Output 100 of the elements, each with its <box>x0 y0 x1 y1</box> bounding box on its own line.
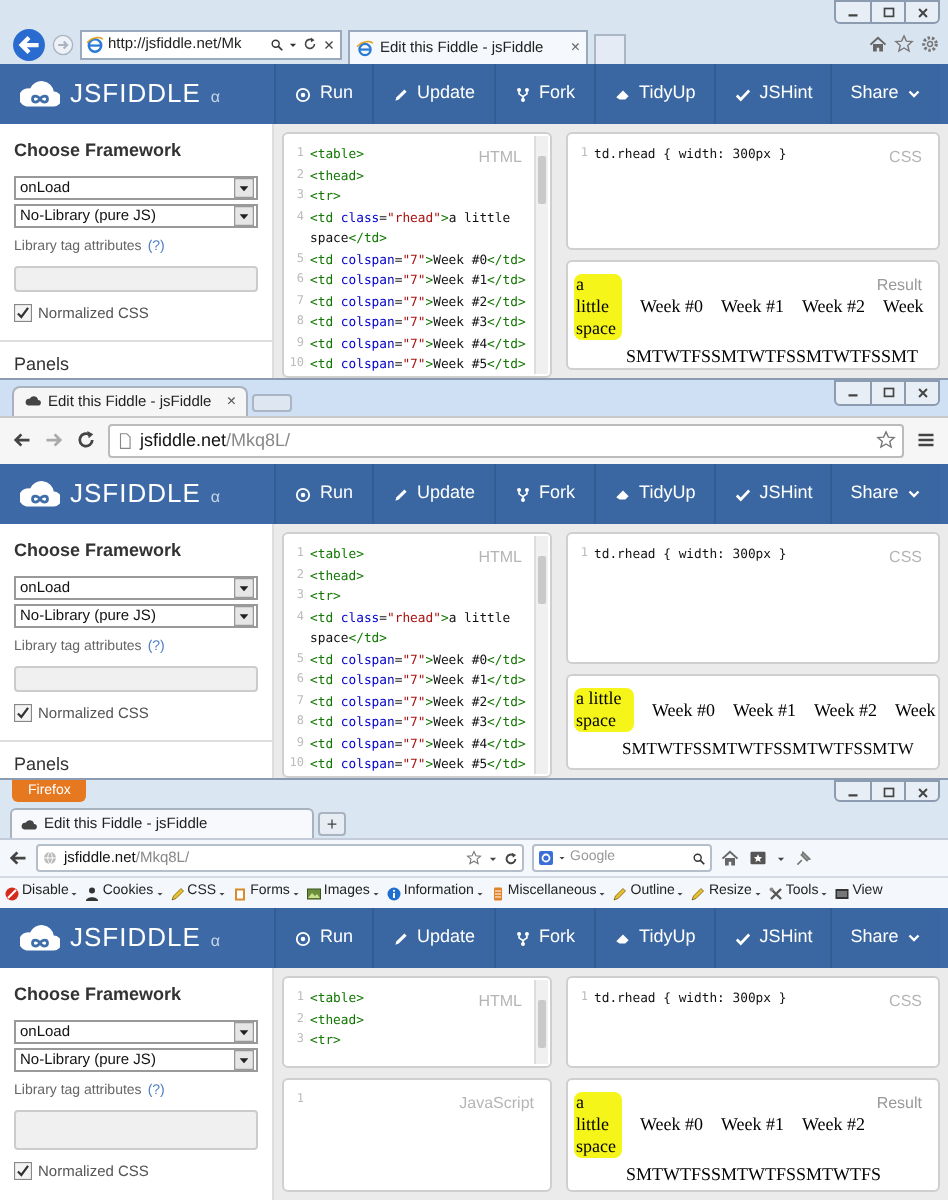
person-icon <box>84 885 101 901</box>
toolbar-button[interactable]: Run <box>274 64 372 124</box>
toolbar-button[interactable]: Share <box>830 464 941 524</box>
maximize-icon <box>879 784 897 800</box>
toolbar-button[interactable]: Fork <box>493 908 594 968</box>
chevron-icon <box>906 930 923 946</box>
star-icon[interactable] <box>894 34 914 54</box>
logo-text: JSFIDDLE <box>70 476 201 513</box>
back-arrow-icon[interactable] <box>8 848 28 868</box>
eraser-icon <box>613 929 632 947</box>
toolbar-button[interactable]: TidyUp <box>593 908 714 968</box>
panel-label: Result <box>876 274 922 298</box>
home-icon[interactable] <box>868 34 888 54</box>
star-icon[interactable] <box>876 430 896 451</box>
table-cell: Week #0 <box>652 699 716 721</box>
library-attributes-field[interactable] <box>14 1109 258 1149</box>
toolbar-button[interactable]: Fork <box>493 464 594 524</box>
info-icon <box>385 885 402 901</box>
toolbar-button[interactable]: Run <box>274 908 372 968</box>
stop-icon[interactable] <box>322 37 336 51</box>
checkbox[interactable] <box>14 304 32 323</box>
reload-icon[interactable] <box>76 430 96 451</box>
eraser-icon <box>613 85 632 103</box>
scrollbar[interactable] <box>534 980 548 1064</box>
caret-icon[interactable] <box>288 39 298 49</box>
toolbar-button[interactable]: Update <box>371 464 494 524</box>
tab-close-button[interactable]: × <box>570 36 580 60</box>
toolbar-button[interactable]: TidyUp <box>593 64 714 124</box>
scrollbar[interactable] <box>534 136 548 373</box>
search-icon[interactable] <box>270 37 284 51</box>
pencil-icon <box>391 929 410 947</box>
reload-icon[interactable] <box>504 851 518 865</box>
library-attributes-field[interactable] <box>14 665 258 693</box>
chevron-icon <box>906 486 923 502</box>
section-heading: Choose Framework <box>14 138 184 162</box>
run-icon <box>294 85 312 103</box>
check-icon <box>733 929 752 947</box>
toolbar-button[interactable]: Share <box>830 908 941 968</box>
cloud-icon <box>20 815 38 833</box>
table-cell: Week #2 <box>814 699 878 721</box>
logo-text: JSFIDDLE <box>70 920 201 957</box>
table-cell: Week #2 <box>802 1114 866 1136</box>
image-icon <box>305 885 322 901</box>
menu-icon[interactable] <box>916 430 936 451</box>
cloud-icon <box>24 392 42 411</box>
star-icon[interactable] <box>466 850 482 866</box>
fork-icon <box>513 485 532 503</box>
close-icon <box>913 784 931 800</box>
toolbar-button[interactable]: Update <box>371 908 494 968</box>
toolbar-button[interactable]: Run <box>274 464 372 524</box>
section-heading: Panels <box>14 751 72 777</box>
toolbar-button[interactable]: Update <box>371 64 494 124</box>
refresh-icon[interactable] <box>302 36 318 52</box>
scrollbar[interactable] <box>534 536 548 773</box>
clipboard-icon <box>232 885 249 901</box>
pencil-icon <box>169 885 186 901</box>
library-attributes-field[interactable] <box>14 265 258 293</box>
back-arrow-icon[interactable] <box>12 430 32 451</box>
new-tab-button[interactable]: + <box>318 812 346 836</box>
pencil-icon <box>391 85 410 103</box>
screen-icon <box>834 885 851 901</box>
table-cell: Week #1 <box>721 1114 785 1136</box>
close-icon <box>913 384 931 402</box>
home-icon[interactable] <box>720 848 740 868</box>
bookmarks-icon[interactable] <box>748 848 768 868</box>
version-label: α <box>210 86 221 110</box>
checkbox[interactable] <box>14 1161 32 1180</box>
tools-icon <box>767 885 784 901</box>
version-label: α <box>210 930 221 954</box>
highlighted-cell: a little space <box>574 1092 622 1158</box>
section-heading: Panels <box>14 351 72 377</box>
address-bar[interactable]: jsfiddle.net/Mkq8L/ <box>108 423 904 458</box>
caret-icon[interactable] <box>488 853 498 863</box>
toolbar-button[interactable]: JSHint <box>713 908 831 968</box>
table-cell: Week #0 <box>640 296 704 318</box>
tab-close-button[interactable]: × <box>226 389 236 414</box>
back-button-icon[interactable] <box>12 27 46 61</box>
toolbar-button[interactable]: TidyUp <box>593 464 714 524</box>
pencil-icon <box>391 485 410 503</box>
toolbar-button[interactable]: Fork <box>493 64 594 124</box>
search-engine-icon <box>538 850 554 866</box>
html-editor[interactable] <box>282 532 552 777</box>
highlighted-cell: a little space <box>574 688 634 732</box>
section-heading: Choose Framework <box>14 982 184 1006</box>
caret-icon[interactable] <box>776 853 786 863</box>
toolbar-button[interactable]: Share <box>830 64 941 124</box>
table-cell: Week <box>883 296 924 318</box>
toolbar-button[interactable]: JSHint <box>713 464 831 524</box>
pencil-icon <box>690 885 707 901</box>
panel-label: Result <box>876 1092 922 1116</box>
checkbox[interactable] <box>14 704 32 723</box>
table-cell: Week #1 <box>721 296 785 318</box>
table-cell-text: SMTWTFSSMTWTFSSMTWTFS <box>624 1164 882 1186</box>
maximize-icon <box>879 4 897 22</box>
version-label: α <box>210 486 221 510</box>
toolbar-button[interactable]: JSHint <box>713 64 831 124</box>
table-cell: Week #0 <box>640 1114 704 1136</box>
settings-icon[interactable] <box>920 34 940 54</box>
check-icon <box>733 85 752 103</box>
html-editor[interactable] <box>282 132 552 377</box>
